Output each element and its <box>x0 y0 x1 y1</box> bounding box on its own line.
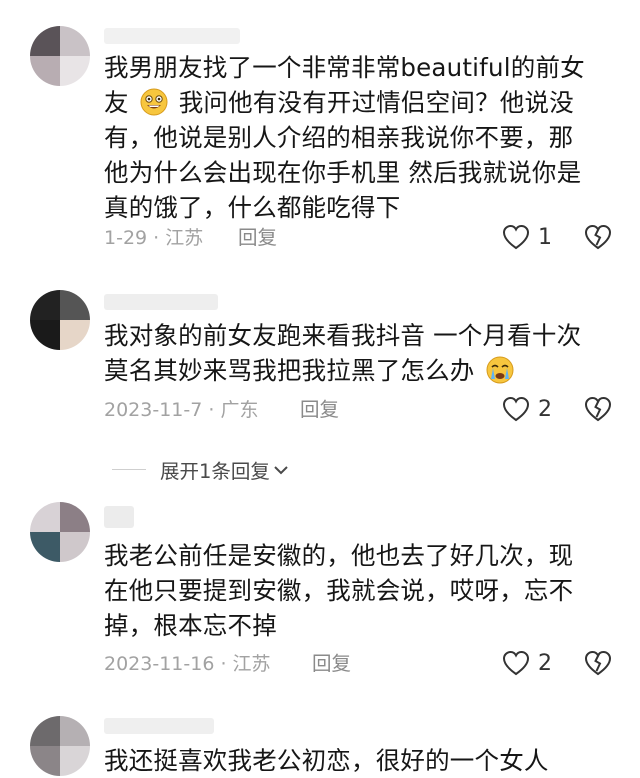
comment-text-line: 在他只要提到安徽，我就会说，哎呀，忘不 <box>104 576 574 605</box>
comment-text-line: 我老公前任是安徽的，他也去了好几次，现 <box>104 541 574 570</box>
like-button[interactable]: 2 <box>502 650 552 676</box>
comment-text-line: 掉，根本忘不掉 <box>104 611 277 640</box>
like-count: 2 <box>538 650 552 676</box>
like-button[interactable]: 1 <box>502 224 552 250</box>
heart-icon <box>502 650 530 676</box>
comment-meta: 2023-11-7 · 广东 <box>104 399 259 421</box>
avatar[interactable] <box>30 716 90 776</box>
comment-text-line: 我对象的前女友跑来看我抖音 一个月看十次 <box>104 321 582 350</box>
comment-text-line: 我男朋友找了一个非常非常beautiful的前女 <box>104 53 585 82</box>
reply-button[interactable]: 回复 <box>312 652 351 676</box>
heart-icon <box>502 224 530 250</box>
username-blurred[interactable] <box>104 294 218 310</box>
comment-text-line: 有，他说是别人介绍的相亲我说你不要，那 <box>104 123 574 152</box>
reply-button[interactable]: 回复 <box>300 398 339 422</box>
like-count: 2 <box>538 396 552 422</box>
avatar[interactable] <box>30 26 90 86</box>
comment-meta: 1-29 · 江苏 <box>104 227 204 249</box>
avatar[interactable] <box>30 502 90 562</box>
like-button[interactable]: 2 <box>502 396 552 422</box>
dislike-icon[interactable] <box>584 650 612 676</box>
divider-line <box>112 469 146 470</box>
heart-icon <box>502 396 530 422</box>
reply-button[interactable]: 回复 <box>238 226 277 250</box>
dislike-icon[interactable] <box>584 396 612 422</box>
crying-emoji-icon <box>486 356 513 384</box>
username-blurred[interactable] <box>104 506 134 528</box>
comment-text-line: 莫名其妙来骂我把我拉黑了怎么办 <box>104 353 515 388</box>
dislike-icon[interactable] <box>584 224 612 250</box>
comment-text-line: 友 我问他有没有开过情侣空间？他说没 <box>104 88 574 117</box>
grin-emoji-icon <box>140 88 168 116</box>
comment-meta: 2023-11-16 · 江苏 <box>104 653 271 675</box>
expand-replies-button[interactable]: 展开1条回复 <box>112 455 289 484</box>
comment-text-line: 他为什么会出现在你手机里 然后我就说你是 <box>104 158 582 187</box>
comment-text-line: 真的饿了，什么都能吃得下 <box>104 193 401 222</box>
like-count: 1 <box>538 224 552 250</box>
username-blurred[interactable] <box>104 28 240 44</box>
avatar[interactable] <box>30 290 90 350</box>
chevron-down-icon <box>274 465 288 474</box>
username-blurred[interactable] <box>104 718 214 734</box>
